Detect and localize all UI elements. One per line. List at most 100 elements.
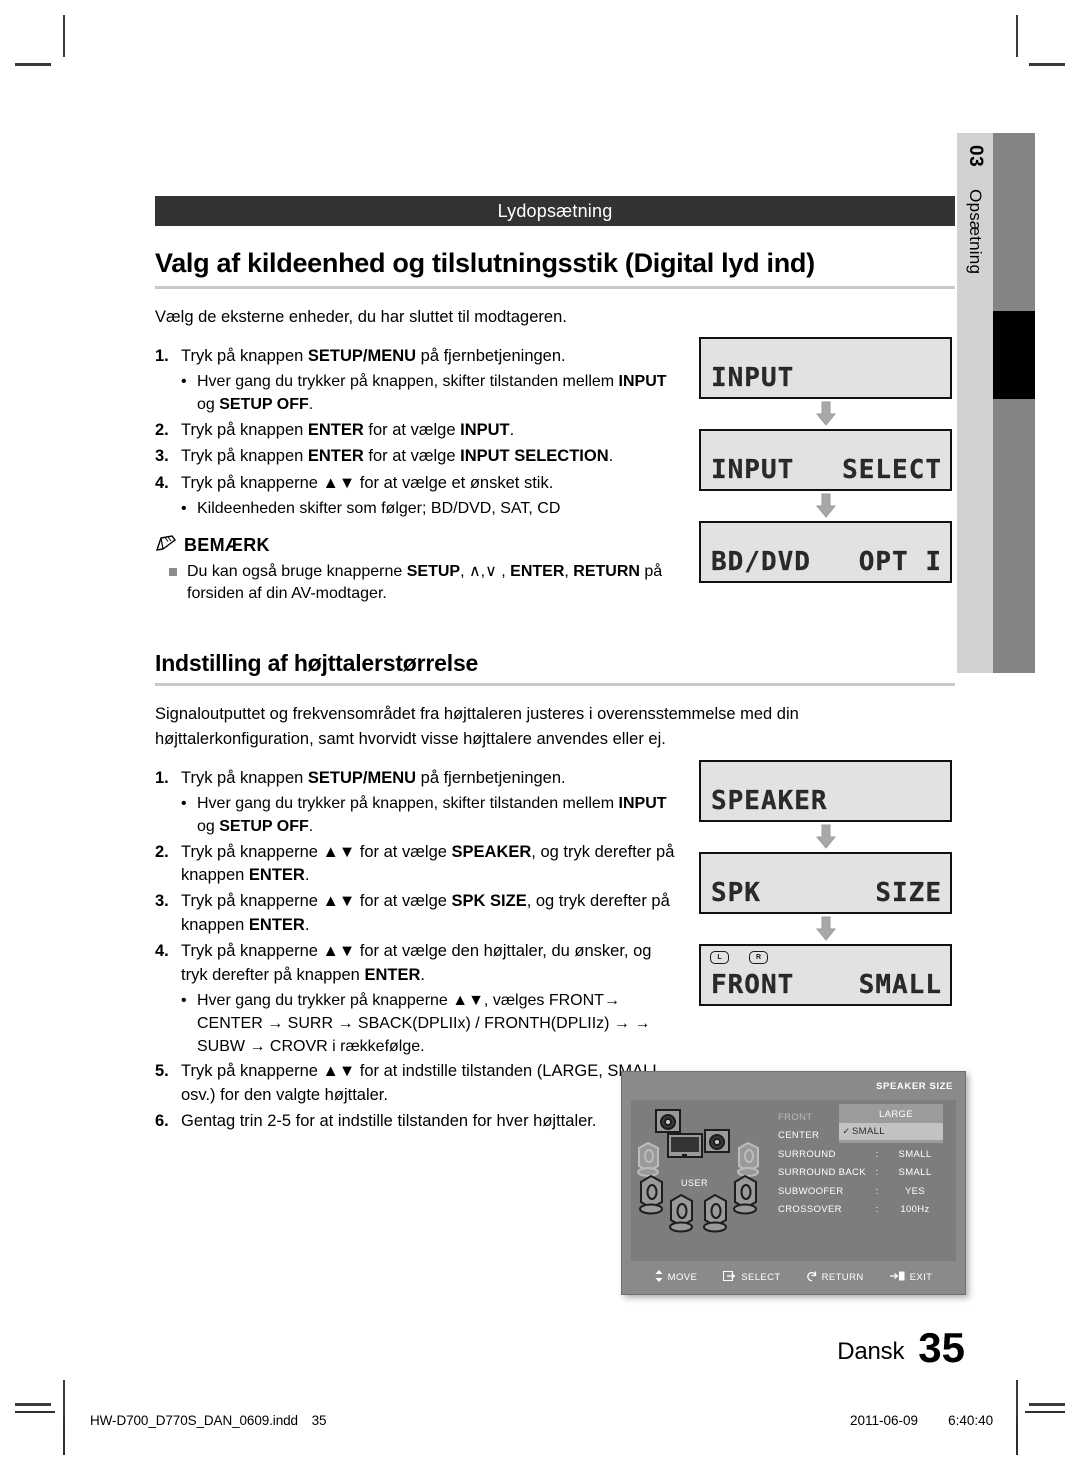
lcd-channel-indicators: LR (710, 951, 768, 964)
lcd-text-left: INPUT (711, 455, 795, 485)
osd-hint-exit[interactable]: EXIT (889, 1271, 933, 1284)
lcd-text: INPUT (711, 363, 795, 393)
speaker-setting-row[interactable]: SURROUND BACK: SMALL (778, 1164, 954, 1183)
manual-page: 03 Opsætning Lydopsætning Valg af kildee… (0, 0, 1080, 1479)
footer-rule-left (15, 1411, 55, 1413)
lcd-indicator-l: L (710, 951, 729, 964)
step-text: Tryk på knapperne ▲▼ for at vælge SPK SI… (181, 892, 670, 934)
speaker-setting-value: SMALL (898, 1148, 932, 1160)
bullet-text: Kildeenheden skifter som følger; BD/DVD,… (197, 500, 561, 518)
speaker-diagram-svg (637, 1109, 759, 1233)
crop-mark-top-right-v (1016, 15, 1018, 57)
osd-hint-label: RETURN (821, 1272, 864, 1283)
speaker-setting-row[interactable]: CROSSOVER: 100Hz (778, 1201, 954, 1220)
osd-hint-select[interactable]: SELECT (723, 1271, 780, 1284)
step-bullet: • Hver gang du trykker på knapperne ▲▼, v… (181, 990, 675, 1058)
flow-arrow-down-icon (699, 914, 952, 944)
speaker-setting-name: CROSSOVER (778, 1204, 842, 1216)
footer-file-name: HW-D700_D770S_DAN_0609.indd (90, 1413, 298, 1428)
lcd-text: SPK SIZE (711, 878, 942, 908)
note-square-icon (169, 561, 187, 606)
step-text: Gentag trin 2-5 for at indstille tilstan… (181, 1112, 597, 1131)
section2-heading: Indstilling af højttalerstørrelse (155, 650, 955, 687)
flow-arrow-down-icon (699, 822, 952, 852)
dropdown-option-label: SMALL (852, 1126, 885, 1137)
step-bullet: • Kildeenheden skifter som følger; BD/DVD… (181, 498, 675, 521)
step-text: Tryk på knappen ENTER for at vælge INPUT… (181, 420, 515, 439)
section2-intro: Signaloutputtet og frekvensområdet fra h… (155, 705, 799, 748)
step-number: 6. (155, 1112, 169, 1131)
side-tab-text-group: 03 Opsætning (957, 133, 993, 673)
listening-position-label: USER (681, 1178, 709, 1188)
crop-mark-top-left-h (15, 63, 51, 66)
lcd-display-panel: L R FRONT SMALL (699, 944, 952, 1006)
speaker-setting-row[interactable]: SUBWOOFER: YES (778, 1182, 954, 1201)
footer-time: 6:40:40 (948, 1413, 994, 1428)
side-tab-gray-column (993, 133, 1035, 673)
step-number: 1. (155, 346, 169, 365)
chapter-title: Opsætning (966, 189, 985, 275)
step-number: 4. (155, 473, 169, 492)
step-text: Tryk på knapperne ▲▼ for at vælge et øns… (181, 473, 554, 492)
crop-mark-top-right-h (1029, 63, 1065, 66)
section1-heading: Valg af kildeenhed og tilslutningsstik (… (155, 248, 955, 289)
pencil-icon (155, 534, 177, 557)
return-icon (806, 1271, 817, 1285)
speaker-setting-value: 100Hz (900, 1204, 930, 1216)
osd-hint-move[interactable]: MOVE (655, 1270, 698, 1285)
lcd-sequence-input: INPUT INPUT SELECT BD/DVD OPT I (699, 337, 952, 583)
step-item: 4. Tryk på knapperne ▲▼ for at vælge et ø… (155, 472, 675, 495)
flow-arrow-down-icon (699, 399, 952, 429)
updown-arrow-icon (655, 1270, 663, 1285)
footer-file-info: HW-D700_D770S_DAN_0609.indd 35 (90, 1413, 327, 1428)
section-banner: Lydopsætning (155, 196, 955, 226)
step-item: 6. Gentag trin 2-5 for at indstille tilst… (155, 1110, 675, 1133)
speaker-layout-diagram: USER (635, 1104, 775, 1234)
speaker-setting-value: YES (904, 1185, 926, 1197)
lcd-text-right: OPT I (858, 547, 942, 577)
lcd-text-left: BD/DVD (711, 547, 811, 577)
section2-steps: 1. Tryk på knappen SETUP/MENU på fjernbet… (155, 767, 675, 1134)
step-item: 1. Tryk på knappen SETUP/MENU på fjernbet… (155, 767, 675, 790)
speaker-setting-colon: : (875, 1148, 879, 1160)
step-text: Tryk på knappen SETUP/MENU på fjernbetje… (181, 346, 566, 365)
page-number: 35 (918, 1324, 965, 1371)
footer-file-page: 35 (311, 1413, 327, 1428)
note-header: BEMÆRK (155, 534, 675, 557)
step-number: 2. (155, 420, 169, 439)
footer-timestamp: 2011-06-09 6:40:40 (850, 1413, 993, 1428)
osd-hint-label: SELECT (741, 1272, 781, 1283)
bullet-icon: • (181, 373, 187, 391)
lcd-text: INPUT SELECT (711, 455, 942, 485)
step-text: Tryk på knapperne ▲▼ for at vælge SPEAKE… (181, 842, 675, 884)
step-text: Tryk på knapperne ▲▼ for at vælge den hø… (181, 942, 652, 984)
footer-rule-right (1025, 1411, 1065, 1413)
step-number: 3. (155, 892, 169, 911)
lcd-display-panel: INPUT (699, 337, 952, 399)
lcd-text: FRONT SMALL (711, 970, 942, 1000)
dropdown-option[interactable]: ✓ SMALL (839, 1123, 943, 1140)
note-items: Du kan også bruge knapperne SETUP, ∧,∨ ,… (155, 561, 675, 606)
bullet-icon: • (181, 795, 187, 813)
step-text: Tryk på knapperne ▲▼ for at indstille ti… (181, 1062, 661, 1104)
lcd-text-left: FRONT (711, 970, 795, 1000)
dropdown-option[interactable]: LARGE (839, 1106, 943, 1123)
step-number: 4. (155, 942, 169, 961)
speaker-size-dropdown[interactable]: LARGE ✓ SMALL (839, 1104, 943, 1143)
speaker-setting-colon: : (875, 1167, 879, 1179)
lcd-text: BD/DVD OPT I (711, 547, 942, 577)
lcd-display-panel: SPK SIZE (699, 852, 952, 914)
page-number-block: Dansk 35 (837, 1324, 965, 1371)
note-title: BEMÆRK (184, 535, 270, 556)
speaker-setting-name: SUBWOOFER (778, 1185, 844, 1197)
lcd-text: SPEAKER (711, 786, 828, 816)
step-bullet: • Hver gang du trykker på knappen, skifte… (181, 793, 675, 838)
bullet-icon: • (181, 500, 187, 518)
osd-body: USER FRONT CENTER SURROUND: SMALL SURROUND B… (631, 1100, 956, 1261)
osd-hint-return[interactable]: RETURN (806, 1271, 864, 1285)
speaker-setting-row[interactable]: SURROUND: SMALL (778, 1145, 954, 1164)
bullet-icon: • (181, 992, 187, 1010)
chapter-number: 03 (965, 145, 986, 168)
osd-hint-label: EXIT (909, 1272, 933, 1283)
lcd-indicator-r: R (749, 951, 768, 964)
